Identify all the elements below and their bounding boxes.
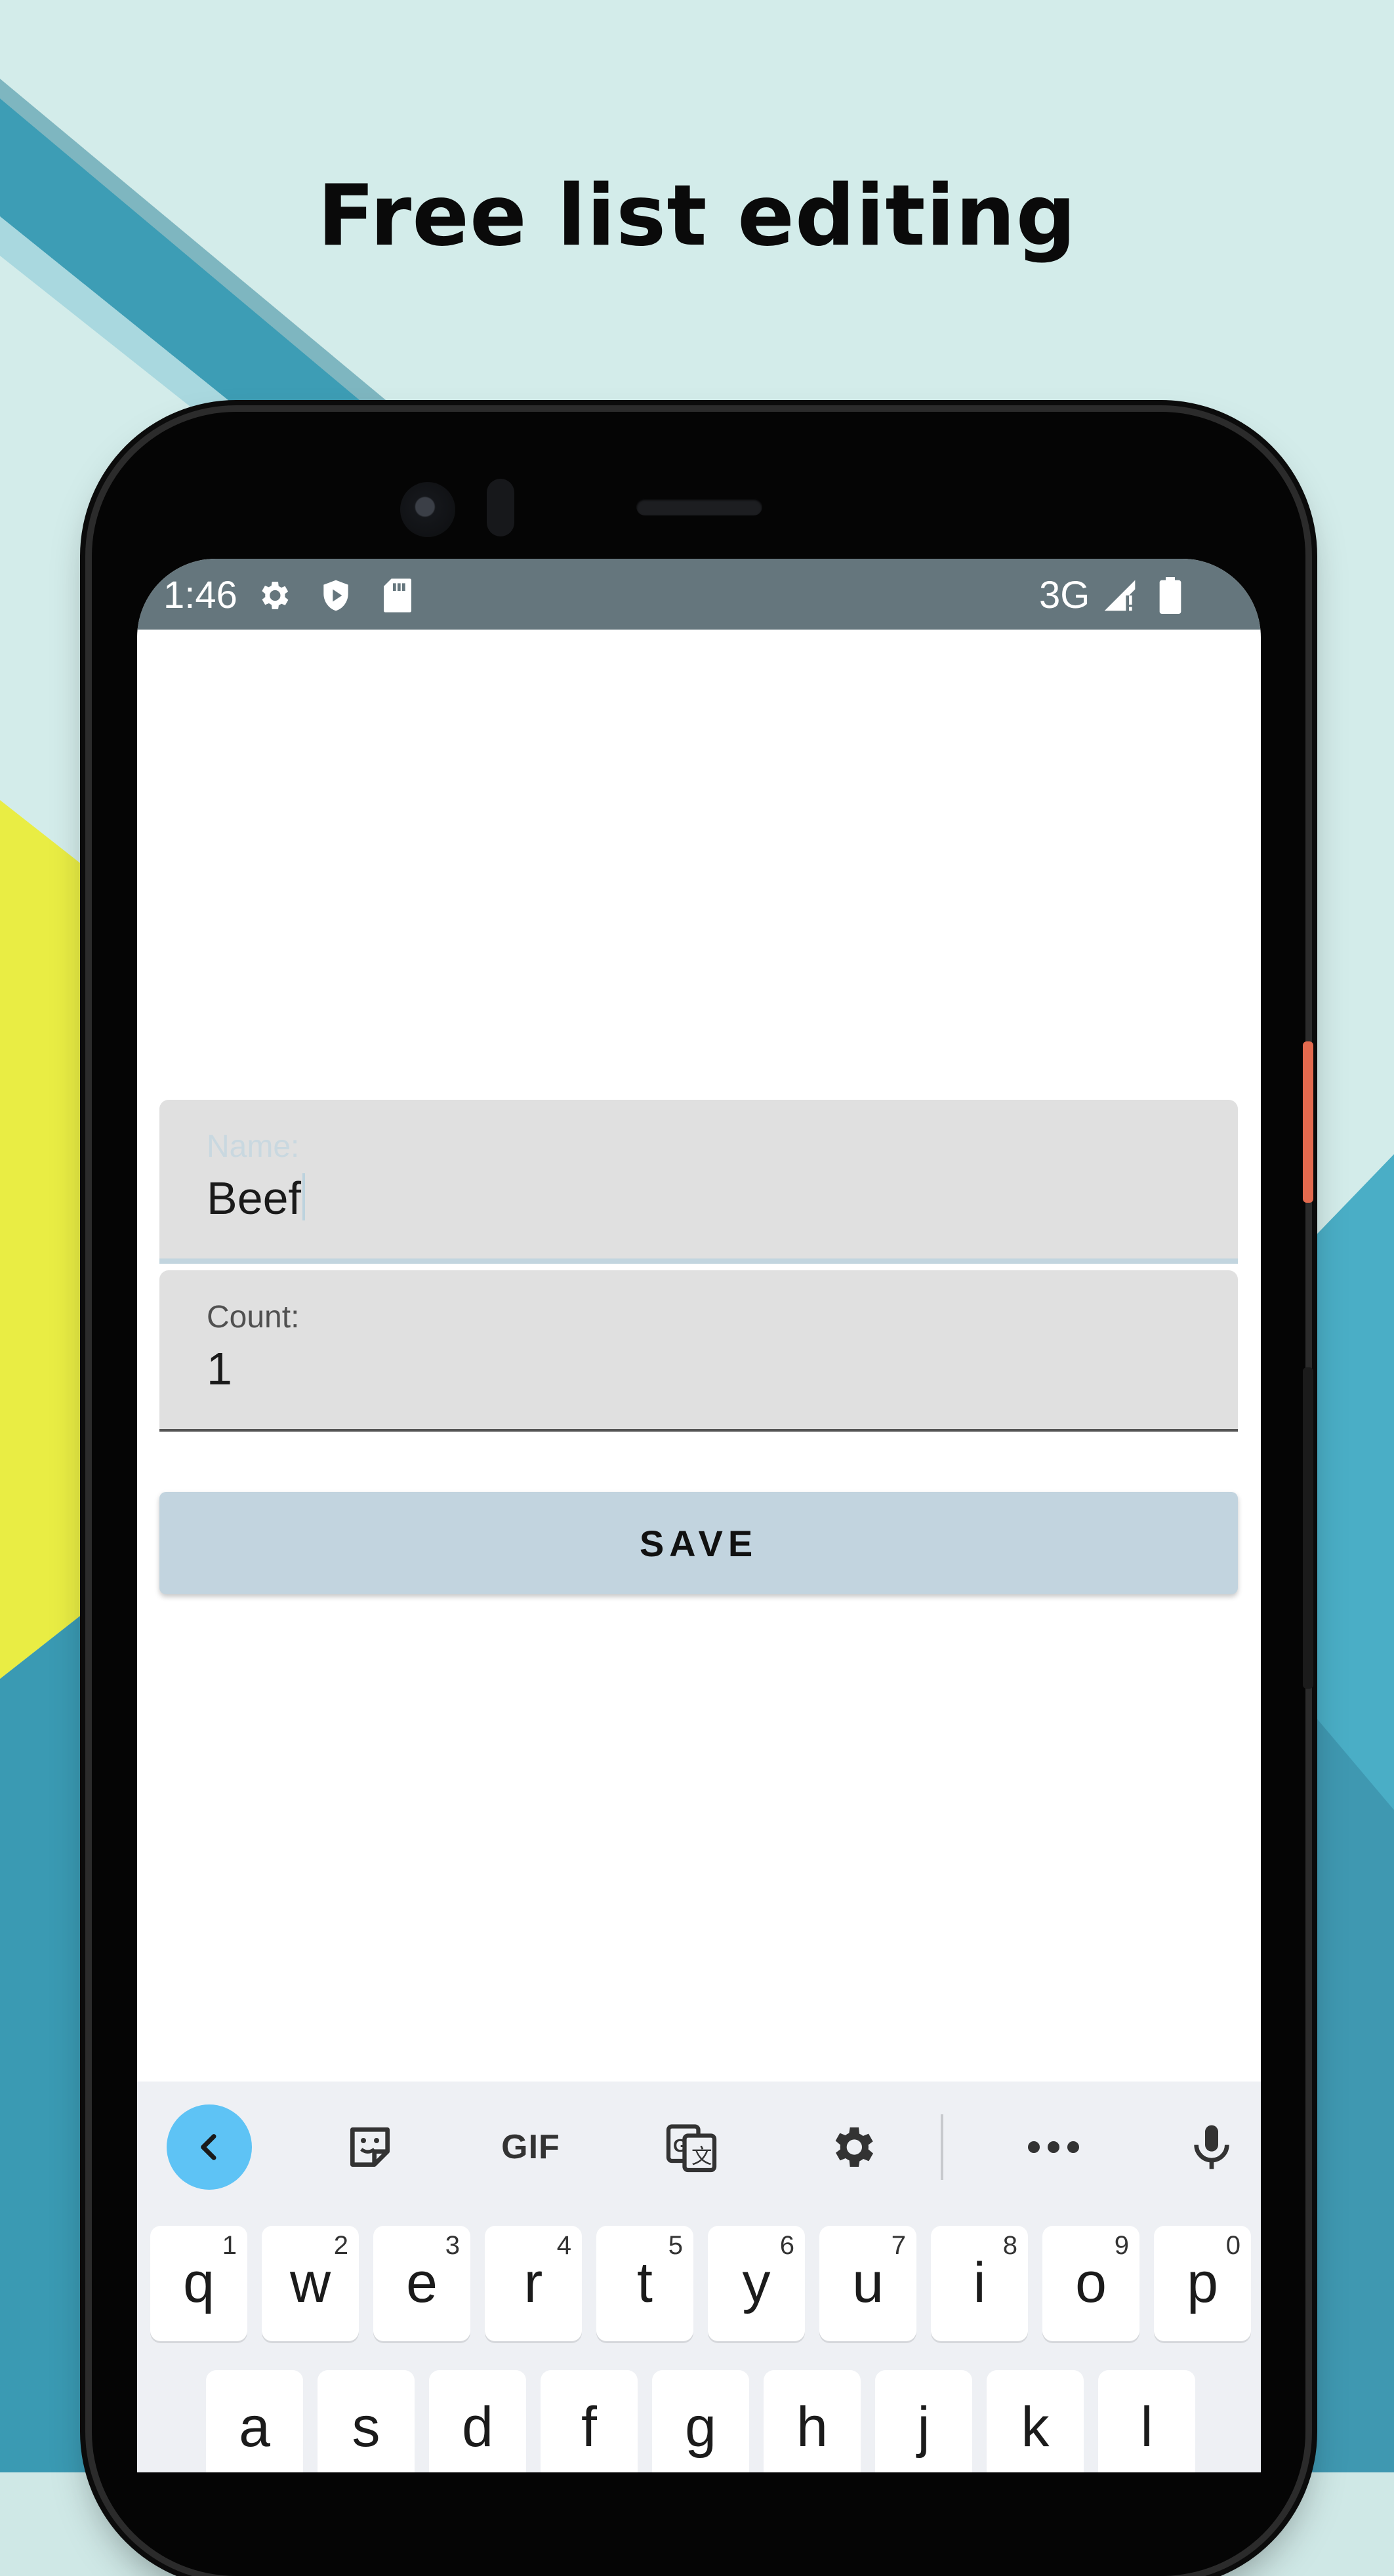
gif-label: GIF bbox=[501, 2128, 560, 2166]
battery-icon bbox=[1159, 577, 1181, 617]
name-value: Beef bbox=[207, 1173, 301, 1224]
key-label: h bbox=[796, 2396, 828, 2459]
key-i[interactable]: i8 bbox=[931, 2226, 1028, 2341]
sticker-icon[interactable] bbox=[327, 2104, 413, 2190]
status-bar: 1:46 3G bbox=[137, 559, 1261, 630]
key-hint: 7 bbox=[891, 2231, 906, 2260]
key-k[interactable]: k bbox=[987, 2370, 1084, 2472]
count-field[interactable]: Count: 1 bbox=[159, 1270, 1238, 1432]
settings-icon[interactable] bbox=[810, 2104, 895, 2190]
key-r[interactable]: r4 bbox=[485, 2226, 582, 2341]
power-button bbox=[1303, 1041, 1313, 1203]
key-e[interactable]: e3 bbox=[373, 2226, 470, 2341]
key-label: l bbox=[1140, 2396, 1153, 2459]
key-d[interactable]: d bbox=[429, 2370, 526, 2472]
key-f[interactable]: f bbox=[541, 2370, 638, 2472]
toolbar-divider bbox=[941, 2114, 943, 2180]
status-time: 1:46 bbox=[163, 574, 237, 616]
key-hint: 1 bbox=[222, 2231, 237, 2260]
mic-icon[interactable] bbox=[1169, 2104, 1254, 2190]
key-label: s bbox=[352, 2396, 380, 2459]
front-camera bbox=[400, 482, 455, 537]
key-hint: 6 bbox=[779, 2231, 794, 2260]
key-a[interactable]: a bbox=[206, 2370, 303, 2472]
svg-text:文: 文 bbox=[691, 2145, 712, 2169]
soft-keyboard: GIF G文 q1w2e3r4t5y6u7i8o9p0 a s d f g h j k l bbox=[137, 2082, 1261, 2472]
name-field[interactable]: Name: Beef bbox=[159, 1100, 1238, 1264]
key-j[interactable]: j bbox=[875, 2370, 972, 2472]
back-icon[interactable] bbox=[167, 2104, 252, 2190]
translate-icon[interactable]: G文 bbox=[649, 2104, 734, 2190]
gear-icon bbox=[255, 577, 292, 617]
key-p[interactable]: p0 bbox=[1154, 2226, 1251, 2341]
key-hint: 9 bbox=[1114, 2231, 1129, 2260]
gif-button[interactable]: GIF bbox=[488, 2104, 573, 2190]
sd-card-icon bbox=[381, 577, 414, 617]
key-o[interactable]: o9 bbox=[1042, 2226, 1139, 2341]
more-icon[interactable] bbox=[1011, 2104, 1096, 2190]
key-label: j bbox=[917, 2396, 930, 2459]
text-cursor bbox=[302, 1173, 305, 1220]
shield-play-icon bbox=[318, 577, 354, 617]
svg-text:G: G bbox=[673, 2135, 687, 2156]
signal-icon bbox=[1101, 577, 1138, 617]
key-l[interactable]: l bbox=[1098, 2370, 1195, 2472]
key-w[interactable]: w2 bbox=[262, 2226, 359, 2341]
key-hint: 0 bbox=[1225, 2231, 1240, 2260]
key-label: f bbox=[581, 2396, 597, 2459]
key-label: a bbox=[239, 2396, 270, 2459]
count-label: Count: bbox=[207, 1300, 300, 1335]
earpiece-speaker bbox=[636, 498, 762, 515]
key-s[interactable]: s bbox=[318, 2370, 415, 2472]
proximity-sensor bbox=[487, 479, 514, 536]
headline: Free list editing bbox=[317, 167, 1077, 265]
key-hint: 3 bbox=[445, 2231, 460, 2260]
save-button[interactable]: SAVE bbox=[159, 1492, 1238, 1594]
app-screen: 1:46 3G Name: Beef Count: 1 SAVE GIF G 文… bbox=[137, 559, 1261, 2472]
key-y[interactable]: y6 bbox=[708, 2226, 805, 2341]
key-t[interactable]: t5 bbox=[596, 2226, 693, 2341]
network-type: 3G bbox=[1039, 574, 1090, 616]
key-label: k bbox=[1021, 2396, 1050, 2459]
key-label: d bbox=[462, 2396, 493, 2459]
key-q[interactable]: q1 bbox=[150, 2226, 247, 2341]
key-hint: 4 bbox=[556, 2231, 571, 2260]
key-u[interactable]: u7 bbox=[819, 2226, 916, 2341]
key-hint: 5 bbox=[668, 2231, 683, 2260]
key-h[interactable]: h bbox=[764, 2370, 861, 2472]
count-input[interactable]: 1 bbox=[207, 1342, 232, 1395]
volume-button bbox=[1303, 1367, 1313, 1689]
keyboard-toolbar: GIF G文 bbox=[137, 2082, 1261, 2213]
name-input[interactable]: Beef bbox=[207, 1172, 305, 1224]
name-label: Name: bbox=[207, 1129, 300, 1164]
key-g[interactable]: g bbox=[652, 2370, 749, 2472]
key-label: g bbox=[685, 2396, 716, 2459]
key-hint: 8 bbox=[1002, 2231, 1017, 2260]
key-hint: 2 bbox=[333, 2231, 348, 2260]
